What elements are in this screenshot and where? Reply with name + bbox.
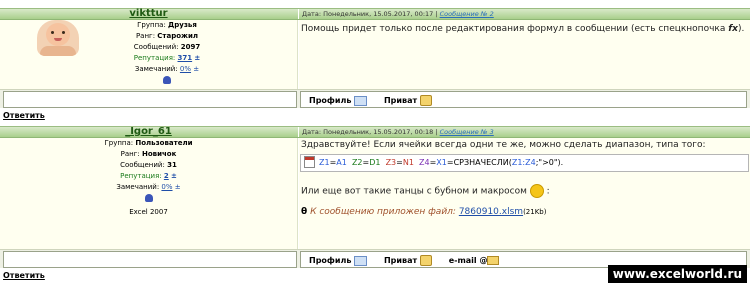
reputation-link[interactable]: 371 xyxy=(178,54,193,62)
reputation-link[interactable]: 2 xyxy=(164,172,169,180)
profile-icon xyxy=(354,95,368,106)
user-excel-version: Excel 2007 xyxy=(129,208,168,216)
private-message-icon xyxy=(419,95,432,106)
excel-formula-icon xyxy=(304,155,315,168)
private-button[interactable]: Приват xyxy=(384,95,432,106)
watermark: www.excelworld.ru xyxy=(607,265,747,283)
message-link[interactable]: Сообщение № 3 xyxy=(440,128,494,136)
reputation-plus-minus-icon[interactable]: ± xyxy=(194,54,200,62)
post-date: Дата: Понедельник, 15.05.2017, 00:17 | С… xyxy=(302,10,494,18)
profile-icon xyxy=(354,255,368,266)
private-message-icon xyxy=(419,255,432,266)
user-info: Группа: Друзья Ранг: Старожил Сообщений:… xyxy=(0,20,297,86)
profile-button[interactable]: Профиль xyxy=(309,255,368,266)
user-status-icon xyxy=(144,194,153,202)
reputation: Репутация: 2 ± xyxy=(120,172,177,180)
reputation-plus-minus-icon[interactable]: ± xyxy=(171,172,177,180)
author-name[interactable]: vikttur xyxy=(0,8,297,19)
attachment-icon: θ xyxy=(301,207,308,217)
profile-button[interactable]: Профиль xyxy=(309,95,368,106)
user-status-icon xyxy=(163,76,171,84)
warnings-link[interactable]: 0% xyxy=(180,65,191,73)
attachment-link[interactable]: 7860910.xlsm xyxy=(459,207,523,217)
user-info: Группа: Пользователи Ранг: Новичок Сообщ… xyxy=(0,138,297,218)
attachment: θ К сообщению приложен файл: 7860910.xls… xyxy=(301,207,547,217)
right-footer-field: Профиль Приват xyxy=(300,91,747,108)
reply-link[interactable]: Ответить xyxy=(3,111,45,120)
author-name[interactable]: _Igor_61 xyxy=(0,126,297,137)
message-text: Здравствуйте! Если ячейки всегда одни те… xyxy=(301,140,706,150)
post-header: vikttur Дата: Понедельник, 15.05.2017, 0… xyxy=(0,8,750,20)
post-header: _Igor_61 Дата: Понедельник, 15.05.2017, … xyxy=(0,126,750,138)
left-footer-field xyxy=(3,91,297,108)
message-text: Помощь придет только после редактировани… xyxy=(301,24,745,34)
email-button[interactable]: e-mail @ xyxy=(449,256,500,265)
warnings-link[interactable]: 0% xyxy=(161,183,172,191)
smiley-icon xyxy=(529,184,544,198)
formula-code-block: Z1=A1 Z2=D1 Z3=N1 Z4=X1=СРЗНАЧЕСЛИ(Z1:Z4… xyxy=(300,154,749,172)
message-text-2: Или еще вот такие танцы с бубном и макро… xyxy=(301,184,550,198)
reply-link[interactable]: Ответить xyxy=(3,271,45,280)
email-icon xyxy=(487,256,500,265)
post-footer: Профиль Приват xyxy=(0,89,750,108)
post-date: Дата: Понедельник, 15.05.2017, 00:18 | С… xyxy=(302,128,494,136)
private-button[interactable]: Приват xyxy=(384,255,432,266)
left-footer-field xyxy=(3,251,297,268)
reputation: Репутация: 371 ± xyxy=(133,54,201,62)
message-link[interactable]: Сообщение № 2 xyxy=(440,10,494,18)
